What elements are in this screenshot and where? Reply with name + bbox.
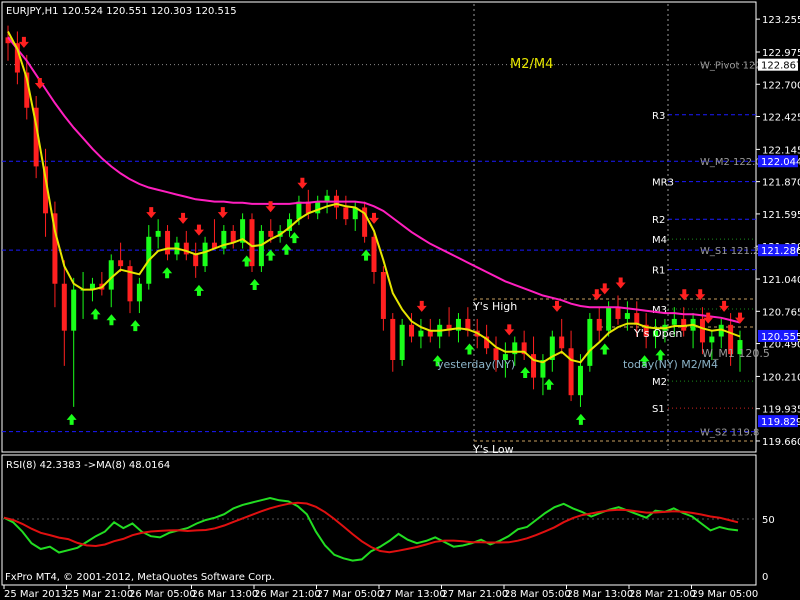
pivot-label: M4 [652, 235, 667, 246]
candle-body [183, 242, 189, 255]
pivot-label: R1 [652, 266, 665, 277]
trading-chart[interactable]: W_Pivot 122 R3 MR3 W_M2 122.0 R2 M4 W_S1 121.2… [0, 0, 800, 600]
price-tick-label: 121.595 [762, 210, 800, 221]
candle-body [315, 201, 321, 214]
candle-body [568, 348, 574, 396]
candle-body [202, 242, 208, 267]
weekly-pivot-label: W_M2 122.0 [700, 157, 762, 168]
pivot-label: M3 [652, 305, 667, 316]
candle-body [71, 289, 77, 331]
time-tick-label: 28 Mar 13:00 [567, 589, 634, 600]
time-tick-label: 27 Mar 05:00 [317, 589, 384, 600]
pivot-label: R3 [652, 111, 665, 122]
copyright-text: FxPro MT4, © 2001-2012, MetaQuotes Softw… [5, 572, 275, 583]
candle-body [399, 324, 405, 360]
main-header: EURJPY,H1 120.524 120.551 120.303 120.51… [6, 6, 237, 17]
time-tick-label: 26 Mar 13:00 [192, 589, 259, 600]
time-tick-label: 25 Mar 2013 [4, 589, 67, 600]
rsi-header: RSI(8) 42.3383 ->MA(8) 48.0164 [6, 460, 170, 471]
pivot-label: R2 [652, 215, 665, 226]
price-tick-label: 123.255 [762, 15, 800, 26]
price-tick-label: 122.425 [762, 113, 800, 124]
chart-annotation: Y's Open [633, 327, 682, 340]
candle-body [155, 230, 161, 237]
candle-body [671, 318, 677, 325]
candle-body [268, 230, 274, 237]
candle-body [577, 365, 583, 396]
chart-annotation: Y's High [472, 300, 517, 313]
candle-body [343, 207, 349, 220]
candle-body [165, 230, 171, 255]
time-tick-label: 26 Mar 21:00 [254, 589, 321, 600]
price-tick-label: 119.935 [762, 405, 800, 416]
candle-body [587, 318, 593, 366]
rsi-tick-0: 0 [762, 572, 768, 583]
candle-body [418, 330, 424, 337]
time-tick-label: 28 Mar 05:00 [504, 589, 571, 600]
chart-annotation: M2/M4 [510, 57, 553, 72]
pivot-label: MR3 [652, 178, 674, 189]
rsi-panel-frame[interactable] [1, 454, 757, 586]
price-badge-label: 120.555 [761, 332, 800, 343]
price-axis: 123.255 122.975 122.700 122.425 122.145 121.8… [756, 15, 800, 448]
candle-body [390, 318, 396, 360]
price-tick-label: 122.700 [762, 80, 800, 91]
price-badge-label: 122.044 [761, 157, 800, 168]
candle-body [61, 283, 67, 331]
candle-body [249, 219, 255, 267]
time-tick-label: 27 Mar 13:00 [379, 589, 446, 600]
price-badge-label: 121.286 [761, 246, 800, 257]
main-chart-frame[interactable] [1, 1, 757, 453]
weekly-pivot-label: W_S1 121.2 [700, 246, 759, 257]
price-badge-label: 122.867 [761, 61, 800, 72]
time-tick-label: 28 Mar 21:00 [629, 589, 696, 600]
time-tick-label: 29 Mar 05:00 [692, 589, 759, 600]
price-badge-label: 119.829 [761, 417, 800, 428]
candle-body [380, 272, 386, 319]
candle-body [606, 307, 612, 331]
time-tick-label: 26 Mar 05:00 [129, 589, 196, 600]
candle-body [709, 336, 715, 343]
chart-annotation: W_M1 120.5 [702, 347, 770, 360]
chart-annotation: Y's Low [472, 443, 514, 456]
candle-body [136, 283, 142, 302]
candle-body [258, 230, 264, 267]
candle-body [409, 324, 415, 337]
pivot-label: S1 [652, 404, 665, 415]
candle-body [108, 260, 114, 290]
pivot-label: M2 [652, 377, 667, 388]
price-tick-label: 120.765 [762, 307, 800, 318]
time-axis: 25 Mar 2013 25 Mar 21:0026 Mar 05:0026 Ma… [3, 585, 759, 600]
time-tick-label: 27 Mar 21:00 [442, 589, 509, 600]
candle-body [230, 230, 236, 243]
price-tick-label: 120.210 [762, 372, 800, 383]
price-tick-label: 121.870 [762, 178, 800, 189]
time-tick-label: 25 Mar 21:00 [67, 589, 134, 600]
rsi-tick-50: 50 [762, 515, 775, 526]
candle-body [193, 254, 199, 267]
weekly-pivot-label: W_Pivot 122 [700, 61, 762, 72]
price-tick-label: 119.660 [762, 437, 800, 448]
weekly-pivot-label: W_S2 119.8 [700, 428, 759, 439]
price-tick-label: 121.040 [762, 275, 800, 286]
chart-annotation: yesterday(NY) [437, 358, 515, 371]
price-tick-label: 122.975 [762, 48, 800, 59]
candle-body [296, 201, 302, 220]
candle-body [615, 307, 621, 319]
candle-body [699, 318, 705, 343]
candle-body [118, 260, 124, 267]
candle-body [624, 313, 630, 319]
candle-body [371, 236, 377, 272]
candle-body [559, 336, 565, 349]
price-tick-label: 122.145 [762, 145, 800, 156]
candle-body [596, 318, 602, 331]
